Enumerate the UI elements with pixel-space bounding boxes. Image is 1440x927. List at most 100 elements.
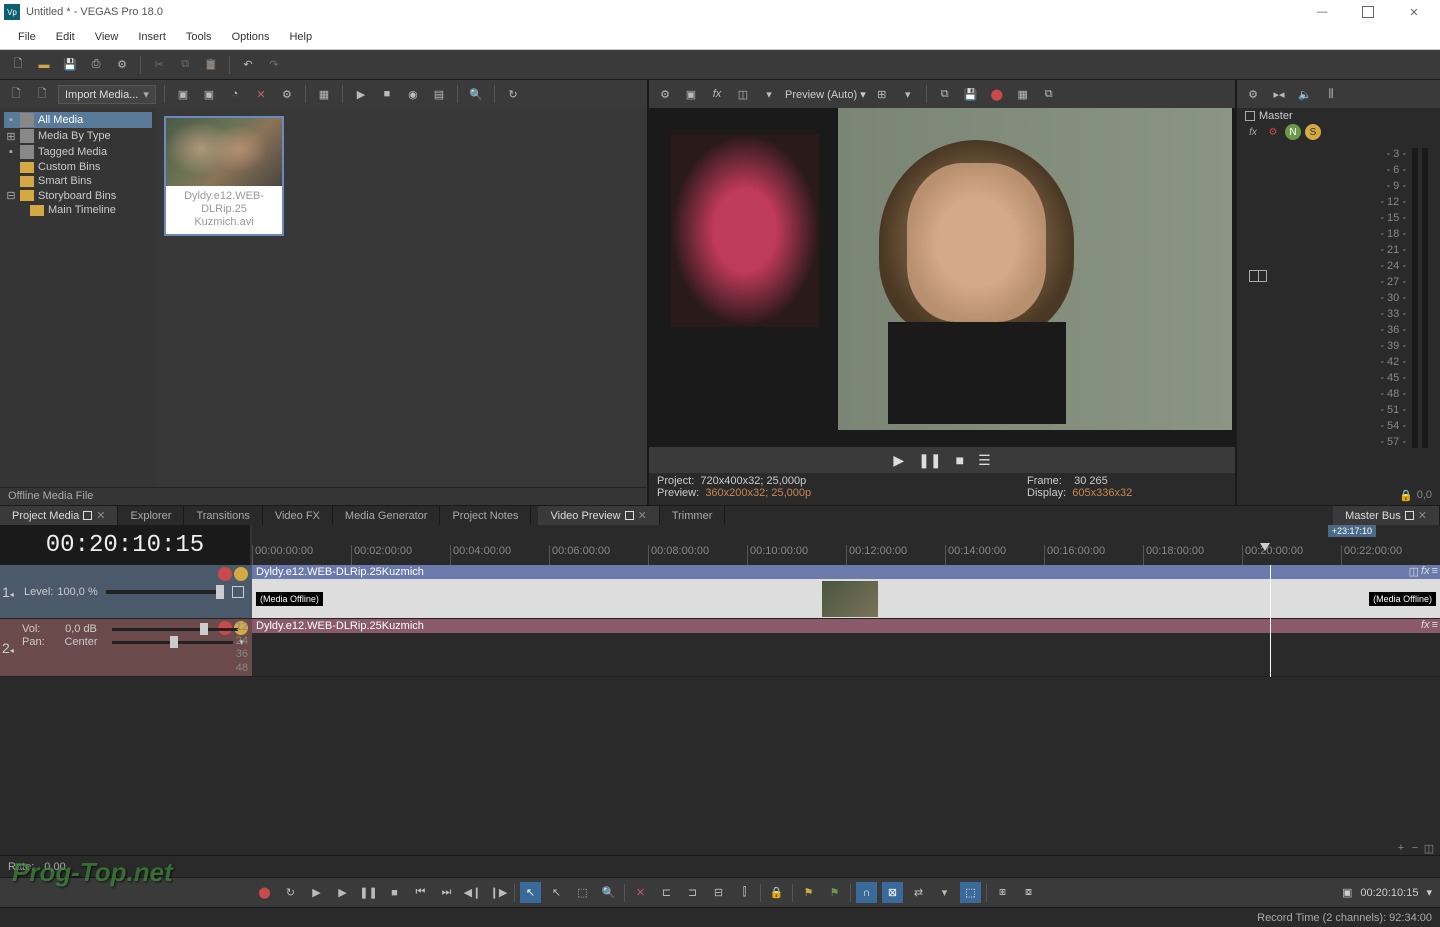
timeline-ruler[interactable]: +23:17:10 00:00:00:0000:02:00:0000:04:00… bbox=[252, 525, 1440, 565]
snap-icon[interactable]: ∩ bbox=[856, 882, 877, 903]
marker-icon[interactable]: ⚑ bbox=[798, 882, 819, 903]
overlays-dropdown-icon[interactable]: ▾ bbox=[898, 84, 918, 104]
undo-icon[interactable]: ↶ bbox=[238, 55, 258, 75]
clip-crop-icon[interactable]: ◫ bbox=[1409, 565, 1419, 578]
master-s-icon[interactable]: S bbox=[1305, 124, 1321, 140]
zoom-out-icon[interactable]: − bbox=[1408, 842, 1422, 854]
media-thumbnail[interactable]: Dyldy.e12.WEB-DLRip.25Kuzmich.avi bbox=[164, 116, 284, 236]
split-view-icon[interactable] bbox=[1249, 270, 1267, 282]
normal-edit-icon[interactable]: ↖ bbox=[520, 882, 541, 903]
close-button[interactable]: ✕ bbox=[1400, 2, 1428, 22]
tab-media-generator[interactable]: Media Generator bbox=[333, 506, 441, 525]
tab-video-fx[interactable]: Video FX bbox=[263, 506, 333, 525]
tree-main-timeline[interactable]: Main Timeline bbox=[28, 203, 152, 217]
tab-video-preview[interactable]: Video Preview✕ bbox=[538, 506, 659, 525]
preview-menu-icon[interactable]: ☰ bbox=[978, 452, 991, 469]
new-icon[interactable]: 🗋 bbox=[8, 55, 28, 75]
copy-icon[interactable]: ⧉ bbox=[175, 55, 195, 75]
media-list-icon[interactable]: ▤ bbox=[429, 84, 449, 104]
minimize-button[interactable]: — bbox=[1308, 2, 1336, 22]
master-fx-icon[interactable]: fx bbox=[1245, 124, 1261, 140]
transport-timecode[interactable]: 00:20:10:15 bbox=[1360, 887, 1418, 899]
record-preview-icon[interactable]: ⬤ bbox=[987, 84, 1007, 104]
tab-explorer[interactable]: Explorer bbox=[118, 506, 184, 525]
trim-adj-icon[interactable]: ⧆ bbox=[992, 882, 1013, 903]
auto-ripple-dropdown-icon[interactable]: ▾ bbox=[934, 882, 955, 903]
tab-trimmer[interactable]: Trimmer bbox=[660, 506, 726, 525]
trim-start-icon[interactable]: ⊏ bbox=[656, 882, 677, 903]
audio-clip[interactable]: Dyldy.e12.WEB-DLRip.25Kuzmich fx≡ bbox=[252, 619, 1440, 676]
tree-by-type[interactable]: ⊞Media By Type bbox=[4, 128, 152, 144]
level-slider[interactable] bbox=[106, 590, 224, 594]
video-lane[interactable]: Dyldy.e12.WEB-DLRip.25Kuzmich ◫fx≡ (Medi… bbox=[252, 565, 1440, 619]
preview-dropdown-icon[interactable]: ▾ bbox=[759, 84, 779, 104]
auto-ripple-icon[interactable]: ⇄ bbox=[908, 882, 929, 903]
tab-project-notes[interactable]: Project Notes bbox=[440, 506, 531, 525]
split2-icon[interactable]: ⫿ bbox=[734, 882, 755, 903]
pan-slider[interactable] bbox=[112, 641, 233, 644]
preview-pause-icon[interactable]: ❚❚ bbox=[918, 452, 941, 469]
downmix-icon[interactable]: ▸◂ bbox=[1269, 84, 1289, 104]
menu-help[interactable]: Help bbox=[279, 27, 322, 47]
preview-extra-icon[interactable]: ⧉ bbox=[1039, 84, 1059, 104]
video-track-header[interactable]: 1◂ Level: 100,0 % bbox=[0, 565, 252, 619]
overlays-icon[interactable]: ⊞ bbox=[872, 84, 892, 104]
master-gear-icon[interactable]: ⚙ bbox=[1265, 124, 1281, 140]
media-refresh2-icon[interactable]: ↻ bbox=[503, 84, 523, 104]
properties-icon[interactable]: ⚙ bbox=[112, 55, 132, 75]
vol-slider[interactable] bbox=[112, 628, 238, 631]
stop-icon[interactable]: ■ bbox=[384, 882, 405, 903]
cut-icon[interactable]: ✂ bbox=[149, 55, 169, 75]
preview-props-icon[interactable]: ⚙ bbox=[655, 84, 675, 104]
capture-icon[interactable]: ▣ bbox=[173, 84, 193, 104]
dim-icon[interactable]: 🔈 bbox=[1295, 84, 1315, 104]
track-fx-icon[interactable] bbox=[218, 567, 232, 581]
loop-icon[interactable]: ↻ bbox=[280, 882, 301, 903]
clip-fx-icon[interactable]: fx bbox=[1421, 565, 1430, 578]
import-media-button[interactable]: Import Media... ▾ bbox=[58, 85, 156, 104]
next-frame-icon[interactable]: ❙▶ bbox=[488, 882, 509, 903]
tree-storyboard-bins[interactable]: ⊟Storyboard Bins bbox=[4, 188, 152, 203]
preview-quality-dropdown[interactable]: Preview (Auto) ▾ bbox=[785, 88, 866, 101]
pause-icon[interactable]: ❚❚ bbox=[358, 882, 379, 903]
tree-custom-bins[interactable]: Custom Bins bbox=[4, 160, 152, 174]
audio-track-header[interactable]: 2◂ Vol: 0,0 dB Pan: Center ▾ 12243648 bbox=[0, 619, 252, 677]
timeline-scrollbar[interactable]: + − ◫ bbox=[0, 841, 1440, 855]
external-monitor-icon[interactable]: ▣ bbox=[681, 84, 701, 104]
open-icon[interactable]: ▬ bbox=[34, 55, 54, 75]
scopes-icon[interactable]: ▦ bbox=[1013, 84, 1033, 104]
clip-menu-icon[interactable]: ≡ bbox=[1432, 565, 1438, 578]
menu-options[interactable]: Options bbox=[222, 27, 280, 47]
record-icon[interactable]: ⬤ bbox=[254, 882, 275, 903]
tree-tagged[interactable]: ▪Tagged Media bbox=[4, 144, 152, 160]
split-screen-icon[interactable]: ◫ bbox=[733, 84, 753, 104]
selection-tool-icon[interactable]: ⬚ bbox=[572, 882, 593, 903]
track-maximize-icon[interactable] bbox=[232, 586, 244, 598]
go-end-icon[interactable]: ⏭ bbox=[436, 882, 457, 903]
lock-envelope-icon[interactable]: 🔒 bbox=[766, 882, 787, 903]
maximize-button[interactable] bbox=[1354, 2, 1382, 22]
region-icon[interactable]: ⚑ bbox=[824, 882, 845, 903]
copy-snapshot-icon[interactable]: ⧉ bbox=[935, 84, 955, 104]
save-snapshot-icon[interactable]: 💾 bbox=[961, 84, 981, 104]
track-s-icon[interactable] bbox=[234, 567, 248, 581]
preview-play-icon[interactable]: ▶ bbox=[893, 452, 904, 469]
track-lanes[interactable]: Dyldy.e12.WEB-DLRip.25Kuzmich ◫fx≡ (Medi… bbox=[252, 565, 1440, 677]
tab-transitions[interactable]: Transitions bbox=[184, 506, 262, 525]
media-grid[interactable]: Dyldy.e12.WEB-DLRip.25Kuzmich.avi bbox=[156, 108, 647, 487]
zoom-tool-icon[interactable]: 🔍 bbox=[598, 882, 619, 903]
menu-insert[interactable]: Insert bbox=[128, 27, 176, 47]
media-refresh-icon[interactable]: 🗋 bbox=[32, 84, 52, 104]
paste-icon[interactable]: 📋 bbox=[201, 55, 221, 75]
zoom-in-icon[interactable]: + bbox=[1394, 842, 1408, 854]
auto-preview-icon[interactable]: ◉ bbox=[403, 84, 423, 104]
media-props-icon[interactable]: 🗋 bbox=[6, 84, 26, 104]
trim-adj2-icon[interactable]: ⧇ bbox=[1018, 882, 1039, 903]
delete-icon[interactable]: ✕ bbox=[630, 882, 651, 903]
audio-lane[interactable]: Dyldy.e12.WEB-DLRip.25Kuzmich fx≡ bbox=[252, 619, 1440, 677]
playhead-marker-icon[interactable] bbox=[1260, 543, 1270, 551]
stop-media-icon[interactable]: ■ bbox=[377, 84, 397, 104]
mixer-settings-icon[interactable]: ⫼ bbox=[1321, 84, 1341, 104]
zoom-fit-icon[interactable]: ◫ bbox=[1422, 842, 1436, 854]
menu-file[interactable]: File bbox=[8, 27, 46, 47]
